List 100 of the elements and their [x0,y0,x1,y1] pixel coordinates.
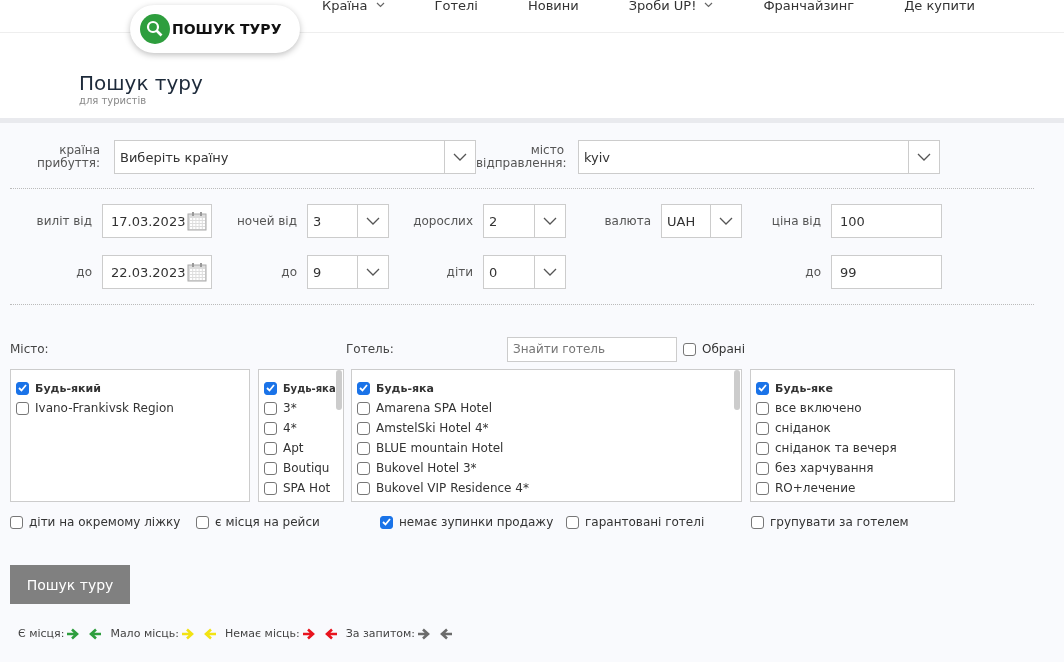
option-label: групувати за готелем [770,515,909,529]
checkbox[interactable] [264,421,277,435]
option-label: RO+лечение [775,481,856,495]
checkbox[interactable] [756,461,769,475]
checkbox[interactable] [357,441,370,455]
checkbox[interactable] [10,515,23,529]
field-label: ціна від [770,213,822,229]
checkbox[interactable] [16,381,29,395]
nights-select[interactable]: 3 [307,204,389,238]
nav-link[interactable]: Готелі [434,0,478,12]
checkbox[interactable] [756,381,769,395]
section-label: Готель: [346,342,395,356]
option-label: гарантовані готелі [585,515,705,529]
field-label: ночей від [236,213,298,229]
option-label: Amarena SPA Hotel [376,401,492,415]
option-label: все включено [775,401,862,415]
option-label: Будь-яка [283,382,336,394]
option-label: є місця на рейси [215,515,320,529]
checkbox[interactable] [264,461,277,475]
logo-text: ПОШУК ТУРУ [172,21,282,37]
field-label: валюта [603,213,652,229]
checkbox[interactable] [264,381,277,395]
caret-icon [704,2,714,8]
legend-label: Мало місць: [110,627,179,640]
option-label: 3* [283,401,297,415]
checkbox[interactable] [16,401,29,415]
checkbox[interactable] [357,481,370,495]
nav-link[interactable]: Де купити [904,0,975,12]
option-label: без харчування [775,461,874,475]
field-label: дорослих [412,213,474,229]
nav-link[interactable]: Зроби UP! [628,0,714,12]
legend-label: Немає місць: [224,627,300,640]
chevron-down-icon [453,153,467,161]
field-label: до [280,264,298,280]
option-label: Будь-яке [775,381,833,395]
option-label: діти на окремому ліжку [29,515,181,529]
city-select[interactable]: kyiv [578,140,940,174]
checkbox[interactable] [196,515,209,529]
country-select[interactable]: Виберіть країну [114,140,476,174]
option-label: AmstelSki Hotel 4* [376,421,489,435]
option-label: Ivano-Frankivsk Region [35,401,174,415]
checkbox[interactable] [357,381,370,395]
field-label: діти [445,264,474,280]
field-label: місто відправлення: [476,143,564,171]
nights-select[interactable]: 9 [307,255,389,289]
children-select[interactable]: 0 [483,255,566,289]
hotel-search-field[interactable]: Знайти готель [507,336,677,362]
checkbox[interactable] [756,421,769,435]
chevron-down-icon [366,217,380,225]
checkbox[interactable] [264,481,277,495]
option-label: 4* [283,421,297,435]
checkbox[interactable] [751,515,764,529]
legend-label: За запитом: [345,627,416,640]
adults-select[interactable]: 2 [483,204,566,238]
field-label: виліт від [35,213,93,229]
checkbox[interactable] [756,441,769,455]
checkbox[interactable] [756,481,769,495]
checkbox[interactable] [756,401,769,415]
checkbox[interactable] [264,401,277,415]
field-label: до [804,264,822,280]
search-button[interactable]: Пошук туру [10,565,130,604]
chevron-down-icon [543,217,557,225]
date-field[interactable]: 22.03.2023 [102,255,212,289]
chevron-down-icon [543,268,557,276]
option-label: Будь-яка [376,381,434,395]
option-label: сніданок та вечеря [775,441,897,455]
option-label: Apt [283,441,304,455]
option-label: Boutiqu [283,461,330,475]
checkbox[interactable] [380,515,393,529]
option-label: немає зупинки продажу [399,515,554,529]
page-subtitle: для туристів [79,95,148,106]
search-icon [140,14,170,44]
nav-link[interactable]: Країна [322,0,385,12]
checkbox[interactable] [264,441,277,455]
chevron-down-icon [719,217,733,225]
option-label: Обрані [702,342,745,356]
price-field[interactable]: 100 [831,204,942,238]
checkbox[interactable] [357,461,370,475]
checkbox[interactable] [566,515,579,529]
field-label: країна прибуття: [36,143,100,171]
checkbox[interactable] [357,421,370,435]
option-label: BLUE mountain Hotel [376,441,504,455]
nav-link[interactable]: Новини [527,0,579,12]
option-label: Будь-який [35,381,101,395]
currency-select[interactable]: UAH [661,204,742,238]
checkbox[interactable] [683,342,696,356]
section-label: Місто: [10,342,50,356]
option-label: Bukovel VIP Residence 4* [376,481,529,495]
calendar-icon [187,262,207,282]
price-field[interactable]: 99 [831,255,942,289]
calendar-icon [187,211,207,231]
page-title: Пошук туру [79,71,204,95]
option-label: сніданок [775,421,831,435]
option-label: SPA Hot [283,481,331,495]
caret-icon [375,2,385,8]
chevron-down-icon [366,268,380,276]
date-field[interactable]: 17.03.2023 [102,204,212,238]
nav-link[interactable]: Франчайзинг [763,0,855,12]
logo-badge[interactable]: ПОШУК ТУРУ [130,5,300,53]
checkbox[interactable] [357,401,370,415]
